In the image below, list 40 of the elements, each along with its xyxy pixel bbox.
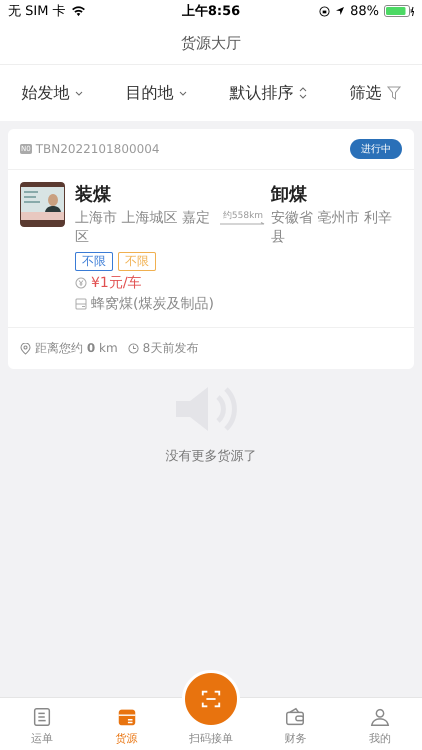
user-icon: [368, 706, 391, 728]
tab[interactable]: 扫码接单: [168, 668, 254, 750]
tag: 不限: [118, 252, 156, 271]
wallet-icon: [284, 706, 306, 728]
tab[interactable]: 我的: [338, 698, 422, 750]
posted-time: 8天前发布: [142, 340, 198, 357]
location-icon: [335, 6, 346, 16]
goods-icon: [75, 298, 87, 310]
load-address: 上海市 上海城区 嘉定区: [75, 209, 211, 247]
load-title: 装煤: [75, 183, 112, 206]
sort-icon: [298, 87, 306, 99]
tag: 不限: [75, 252, 113, 271]
carrier-text: 无 SIM 卡: [8, 3, 66, 20]
status-badge: 进行中: [350, 139, 402, 159]
price: ¥1元/车: [91, 274, 142, 292]
wifi-icon: [70, 6, 86, 16]
distance-label: 约558km: [222, 210, 264, 222]
unload-address: 安徽省 亳州市 利辛县: [271, 209, 393, 247]
order-number: TBN2022101800004: [36, 142, 160, 156]
battery-icon: [384, 5, 414, 17]
tab[interactable]: 运单: [0, 698, 84, 750]
distance-text: 距离您约 0 km: [35, 340, 118, 357]
empty-message: 没有更多货源了: [166, 448, 256, 465]
page-title: 货源大厅: [181, 34, 241, 52]
location-pin-icon: [20, 342, 31, 354]
status-time: 上午8:56: [182, 3, 240, 20]
chevron-down-icon: [178, 90, 186, 96]
unload-title: 卸煤: [271, 183, 308, 206]
filter-icon: [386, 86, 400, 100]
battery-percent: 88%: [350, 4, 379, 18]
tab[interactable]: 财务: [253, 698, 338, 750]
lock-rotation-icon: [319, 6, 330, 16]
filter-button[interactable]: 筛选: [346, 78, 404, 108]
filter-button[interactable]: 始发地: [18, 78, 86, 108]
clock-icon: [128, 343, 139, 354]
filter-button[interactable]: 默认排序: [226, 78, 310, 108]
coin-icon: [75, 277, 87, 289]
chevron-down-icon: [74, 90, 82, 96]
goods-name: 蜂窝煤(煤炭及制品): [91, 295, 214, 313]
filter-button[interactable]: 目的地: [122, 78, 190, 108]
